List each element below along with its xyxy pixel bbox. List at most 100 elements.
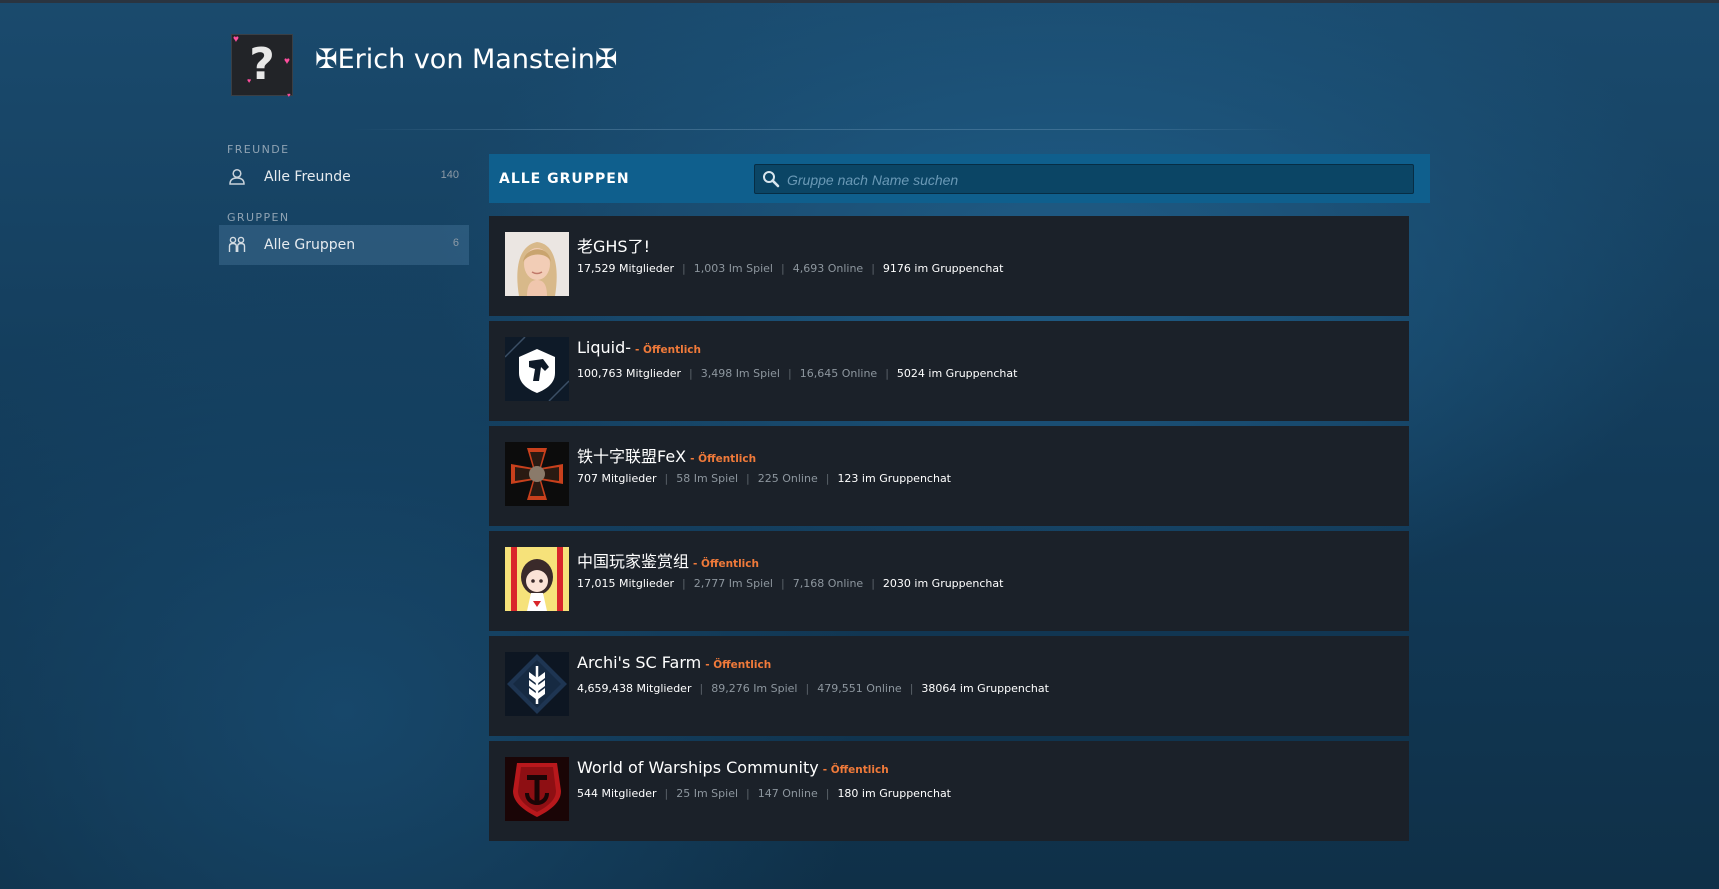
chat-count: 9176 im Gruppenchat xyxy=(882,262,1004,275)
group-stats: 100,763 Mitglieder | 3,498 Im Spiel | 16,645… xyxy=(577,367,1017,380)
group-row[interactable]: Archi's SC Farm - Öffentlich 4,659,438 Mi… xyxy=(489,636,1409,736)
separator: | xyxy=(746,787,750,800)
group-name[interactable]: Liquid- - Öffentlich xyxy=(577,338,701,357)
online-count: 225 Online xyxy=(757,472,818,485)
public-label: - Öffentlich xyxy=(693,558,759,570)
group-name[interactable]: 中国玩家鉴赏组 - Öffentlich xyxy=(577,548,759,572)
sidebar-item-label: Alle Freunde xyxy=(264,169,351,185)
header-divider xyxy=(350,129,1290,130)
group-name-text: 中国玩家鉴赏组 xyxy=(577,552,690,571)
woman-photo-icon xyxy=(505,232,569,296)
sidebar-item-all-friends[interactable]: Alle Freunde 140 xyxy=(219,157,469,197)
anime-girl-logo-icon xyxy=(505,547,569,611)
group-row[interactable]: 老GHS了! 17,529 Mitglieder | 1,003 Im Spiel |… xyxy=(489,216,1409,316)
group-name-text: 老GHS了! xyxy=(577,237,651,256)
in-game-count: 3,498 Im Spiel xyxy=(700,367,780,380)
search-icon xyxy=(763,171,780,188)
in-game-count: 58 Im Spiel xyxy=(676,472,739,485)
online-count: 479,551 Online xyxy=(817,682,902,695)
anchor-shield-logo-icon xyxy=(505,757,569,821)
online-count: 7,168 Online xyxy=(792,577,864,590)
public-label: - Öffentlich xyxy=(705,659,772,671)
profile-avatar[interactable]: ♥ ♥ ♥ ♥ ? xyxy=(231,34,293,99)
separator: | xyxy=(781,262,785,275)
group-search-input[interactable] xyxy=(785,165,1409,195)
in-game-count: 1,003 Im Spiel xyxy=(693,262,773,275)
friends-count: 140 xyxy=(440,169,459,181)
group-avatar-anime-girl-logo[interactable] xyxy=(505,547,569,611)
separator: | xyxy=(871,262,875,275)
separator: | xyxy=(688,367,693,380)
wheat-logo-icon xyxy=(505,652,569,716)
separator: | xyxy=(825,472,830,485)
heart-icon: ♥ xyxy=(287,93,291,99)
group-stats: 17,015 Mitglieder | 2,777 Im Spiel | 7,168 O… xyxy=(577,577,1003,590)
group-stats: 544 Mitglieder | 25 Im Spiel | 147 Online | 18… xyxy=(577,787,951,800)
chat-count: 2030 im Gruppenchat xyxy=(882,577,1004,590)
group-name-text: Archi's SC Farm xyxy=(577,653,702,672)
groups-heading: GRUPPEN xyxy=(227,211,290,224)
question-mark-icon: ? xyxy=(249,39,275,90)
groups-header: ALLE GRUPPEN xyxy=(489,154,1430,203)
group-row[interactable]: 中国玩家鉴赏组 - Öffentlich 17,015 Mitglieder | 2,… xyxy=(489,531,1409,631)
top-border xyxy=(0,0,1719,3)
group-stats: 17,529 Mitglieder | 1,003 Im Spiel | 4,693 O… xyxy=(577,262,1003,275)
separator: | xyxy=(781,577,785,590)
group-row[interactable]: Liquid- - Öffentlich 100,763 Mitglieder | 3… xyxy=(489,321,1409,421)
public-label: - Öffentlich xyxy=(635,344,701,356)
group-row[interactable]: World of Warships Community - Öffentlich … xyxy=(489,741,1409,841)
group-avatar-horse-logo[interactable] xyxy=(505,337,569,401)
group-icon xyxy=(228,236,246,252)
separator: | xyxy=(885,367,889,380)
in-game-count: 2,777 Im Spiel xyxy=(693,577,773,590)
chat-count: 123 im Gruppenchat xyxy=(837,472,951,485)
group-search-box[interactable] xyxy=(754,164,1414,195)
members-count: 17,529 Mitglieder xyxy=(577,262,674,275)
separator: | xyxy=(664,787,669,800)
online-count: 16,645 Online xyxy=(799,367,878,380)
iron-cross-logo-icon xyxy=(505,442,569,506)
public-label: - Öffentlich xyxy=(690,453,757,465)
group-avatar-woman-photo[interactable] xyxy=(505,232,569,296)
sidebar-item-label: Alle Gruppen xyxy=(264,237,356,253)
group-name[interactable]: World of Warships Community - Öffentlich xyxy=(577,758,889,777)
in-game-count: 89,276 Im Spiel xyxy=(711,682,798,695)
online-count: 4,693 Online xyxy=(792,262,864,275)
separator: | xyxy=(699,682,704,695)
group-avatar-wheat-logo[interactable] xyxy=(505,652,569,716)
chat-count: 5024 im Gruppenchat xyxy=(896,367,1018,380)
group-avatar-anchor-shield-logo[interactable] xyxy=(505,757,569,821)
members-count: 4,659,438 Mitglieder xyxy=(577,682,692,695)
group-name[interactable]: 老GHS了! xyxy=(577,233,654,257)
person-icon xyxy=(229,168,245,185)
separator: | xyxy=(746,472,750,485)
separator: | xyxy=(788,367,792,380)
group-name-text: 铁十字联盟FeX xyxy=(577,447,687,466)
sidebar-item-all-groups[interactable]: Alle Gruppen 6 xyxy=(219,225,469,265)
members-count: 707 Mitglieder xyxy=(577,472,657,485)
separator: | xyxy=(909,682,914,695)
group-avatar-iron-cross-logo[interactable] xyxy=(505,442,569,506)
profile-name[interactable]: ✠Erich von Manstein✠ xyxy=(315,44,617,75)
horse-logo-icon xyxy=(505,337,569,401)
members-count: 544 Mitglieder xyxy=(577,787,657,800)
group-name[interactable]: Archi's SC Farm - Öffentlich xyxy=(577,653,771,672)
groups-count: 6 xyxy=(452,237,459,249)
chat-count: 180 im Gruppenchat xyxy=(837,787,951,800)
chat-count: 38064 im Gruppenchat xyxy=(921,682,1049,695)
members-count: 17,015 Mitglieder xyxy=(577,577,674,590)
separator: | xyxy=(681,262,686,275)
separator: | xyxy=(805,682,810,695)
friends-heading: FREUNDE xyxy=(227,143,290,156)
in-game-count: 25 Im Spiel xyxy=(676,787,739,800)
group-row[interactable]: 铁十字联盟FeX - Öffentlich 707 Mitglieder | 58 I… xyxy=(489,426,1409,526)
separator: | xyxy=(664,472,669,485)
online-count: 147 Online xyxy=(757,787,818,800)
group-stats: 4,659,438 Mitglieder | 89,276 Im Spiel | 479… xyxy=(577,682,1049,695)
group-name-text: World of Warships Community xyxy=(577,758,819,777)
separator: | xyxy=(871,577,875,590)
separator: | xyxy=(825,787,830,800)
public-label: - Öffentlich xyxy=(822,764,889,776)
groups-title: ALLE GRUPPEN xyxy=(499,171,630,187)
group-name[interactable]: 铁十字联盟FeX - Öffentlich xyxy=(577,443,756,467)
